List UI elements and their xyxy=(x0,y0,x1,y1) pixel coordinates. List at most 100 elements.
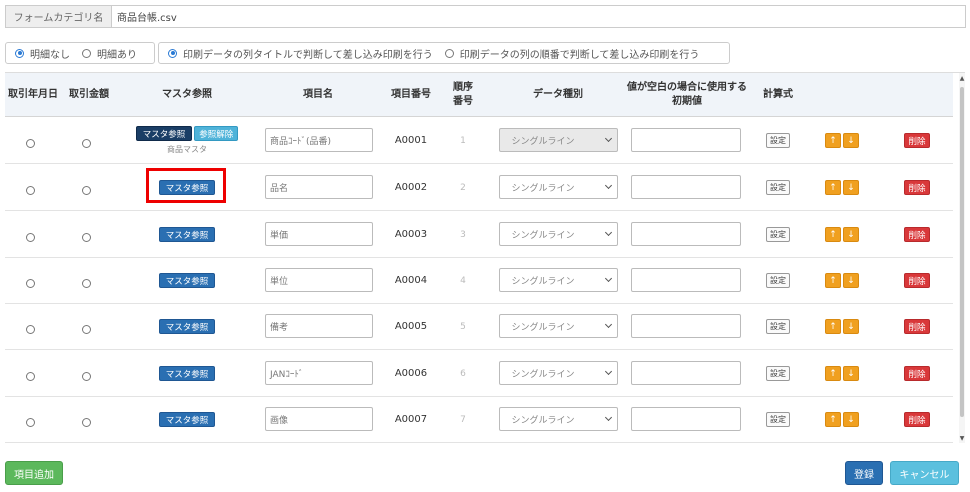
order-no: 4 xyxy=(460,275,466,286)
radio-icon[interactable] xyxy=(444,48,454,58)
move-down-icon[interactable]: ↓ xyxy=(843,319,859,334)
delete-button[interactable]: 削除 xyxy=(904,133,930,148)
data-type-select[interactable]: シングルライン xyxy=(498,175,618,199)
date-radio[interactable] xyxy=(25,325,35,334)
move-up-icon[interactable]: ↑ xyxy=(825,366,841,381)
formula-setting-button[interactable]: 設定 xyxy=(766,227,790,242)
print-by-title-option[interactable]: 印刷データの列タイトルで判断して差し込み印刷を行う xyxy=(168,46,433,61)
item-name-input[interactable]: 単価 xyxy=(265,222,373,246)
print-by-order-option[interactable]: 印刷データの列の順番で判断して差し込み印刷を行う xyxy=(444,46,699,61)
move-up-icon[interactable]: ↑ xyxy=(825,133,841,148)
data-type-select[interactable]: シングルライン xyxy=(498,361,618,385)
chevron-down-icon xyxy=(604,367,612,376)
amount-radio[interactable] xyxy=(81,139,91,148)
formula-setting-button[interactable]: 設定 xyxy=(766,273,790,288)
move-down-icon[interactable]: ↓ xyxy=(843,273,859,288)
detail-option-group: 明細なし 明細あり xyxy=(5,42,155,64)
delete-button[interactable]: 削除 xyxy=(904,412,930,427)
move-down-icon[interactable]: ↓ xyxy=(843,133,859,148)
date-radio[interactable] xyxy=(25,279,35,288)
default-value-input[interactable] xyxy=(631,314,741,338)
item-name-input[interactable]: 単位 xyxy=(265,268,373,292)
amount-radio[interactable] xyxy=(81,233,91,242)
move-up-icon[interactable]: ↑ xyxy=(825,273,841,288)
vertical-scrollbar[interactable]: ▲ ▼ xyxy=(959,73,965,443)
item-name-input[interactable]: 品名 xyxy=(265,175,373,199)
item-no: A0004 xyxy=(394,275,428,286)
master-ref-button[interactable]: マスタ参照 xyxy=(158,412,216,427)
chevron-down-icon xyxy=(604,274,612,283)
date-radio[interactable] xyxy=(25,139,35,148)
move-down-icon[interactable]: ↓ xyxy=(843,227,859,242)
item-table: 取引年月日 取引金額 マスタ参照 項目名 項目番号 順序番号 データ種別 値が空… xyxy=(5,72,965,443)
data-type-select[interactable]: シングルライン xyxy=(498,268,618,292)
delete-button[interactable]: 削除 xyxy=(904,319,930,334)
item-name-input[interactable]: 備考 xyxy=(265,314,373,338)
delete-button[interactable]: 削除 xyxy=(904,180,930,195)
scroll-down-icon[interactable]: ▼ xyxy=(959,435,965,442)
header-formula: 計算式 xyxy=(763,89,793,100)
delete-button[interactable]: 削除 xyxy=(904,273,930,288)
radio-icon[interactable] xyxy=(168,48,177,58)
move-down-icon[interactable]: ↓ xyxy=(843,366,859,381)
print-mode-option-group: 印刷データの列タイトルで判断して差し込み印刷を行う 印刷データの列の順番で判断し… xyxy=(158,42,730,64)
table-row: マスタ参照 参照解除 商品マスタ 商品ｺｰﾄﾞ(品番) A0001 1 シングル… xyxy=(5,117,953,164)
data-type-select[interactable]: シングルライン xyxy=(498,222,618,246)
data-type-select[interactable]: シングルライン xyxy=(498,314,618,338)
date-radio[interactable] xyxy=(25,233,35,242)
amount-radio[interactable] xyxy=(81,325,91,334)
master-ref-button[interactable]: マスタ参照 xyxy=(158,227,216,242)
formula-setting-button[interactable]: 設定 xyxy=(766,133,790,148)
data-type-select[interactable]: シングルライン xyxy=(498,128,618,152)
move-down-icon[interactable]: ↓ xyxy=(843,180,859,195)
add-item-button[interactable]: 項目追加 xyxy=(5,461,63,485)
data-type-select[interactable]: シングルライン xyxy=(498,407,618,431)
date-radio[interactable] xyxy=(25,186,35,195)
delete-button[interactable]: 削除 xyxy=(904,366,930,381)
default-value-input[interactable] xyxy=(631,407,741,431)
master-ref-button[interactable]: マスタ参照 xyxy=(158,319,216,334)
default-value-input[interactable] xyxy=(631,361,741,385)
delete-button[interactable]: 削除 xyxy=(904,227,930,242)
order-no: 7 xyxy=(460,414,466,425)
default-value-input[interactable] xyxy=(631,128,741,152)
master-ref-button[interactable]: マスタ参照 xyxy=(135,126,193,141)
date-radio[interactable] xyxy=(25,372,35,381)
detail-yes-option[interactable]: 明細あり xyxy=(82,46,137,61)
move-up-icon[interactable]: ↑ xyxy=(825,319,841,334)
radio-icon[interactable] xyxy=(82,48,91,58)
formula-setting-button[interactable]: 設定 xyxy=(766,412,790,427)
radio-icon[interactable] xyxy=(15,48,24,58)
date-radio[interactable] xyxy=(25,418,35,427)
header-item-name: 項目名 xyxy=(303,89,333,100)
cancel-button[interactable]: キャンセル xyxy=(890,461,959,485)
move-up-icon[interactable]: ↑ xyxy=(825,180,841,195)
table-row: マスタ参照 単位 A0004 4 シングルライン 設定 ↑ ↓ 削除 xyxy=(5,257,953,304)
move-up-icon[interactable]: ↑ xyxy=(825,227,841,242)
item-no: A0003 xyxy=(394,229,428,240)
amount-radio[interactable] xyxy=(81,418,91,427)
formula-setting-button[interactable]: 設定 xyxy=(766,366,790,381)
master-cancel-button[interactable]: 参照解除 xyxy=(194,126,239,141)
scrollbar-thumb[interactable] xyxy=(960,87,964,417)
detail-none-option[interactable]: 明細なし xyxy=(15,46,70,61)
master-name: 商品マスタ xyxy=(167,145,207,154)
move-down-icon[interactable]: ↓ xyxy=(843,412,859,427)
item-name-input[interactable]: JANｺｰﾄﾞ xyxy=(265,361,373,385)
master-ref-button[interactable]: マスタ参照 xyxy=(158,273,216,288)
move-up-icon[interactable]: ↑ xyxy=(825,412,841,427)
amount-radio[interactable] xyxy=(81,279,91,288)
item-name-input[interactable]: 商品ｺｰﾄﾞ(品番) xyxy=(265,128,373,152)
scroll-up-icon[interactable]: ▲ xyxy=(959,75,965,82)
register-button[interactable]: 登録 xyxy=(845,461,883,485)
default-value-input[interactable] xyxy=(631,268,741,292)
default-value-input[interactable] xyxy=(631,175,741,199)
amount-radio[interactable] xyxy=(81,186,91,195)
chevron-down-icon xyxy=(604,228,612,237)
master-ref-button[interactable]: マスタ参照 xyxy=(158,366,216,381)
amount-radio[interactable] xyxy=(81,372,91,381)
formula-setting-button[interactable]: 設定 xyxy=(766,319,790,334)
formula-setting-button[interactable]: 設定 xyxy=(766,180,790,195)
default-value-input[interactable] xyxy=(631,222,741,246)
item-name-input[interactable]: 画像 xyxy=(265,407,373,431)
